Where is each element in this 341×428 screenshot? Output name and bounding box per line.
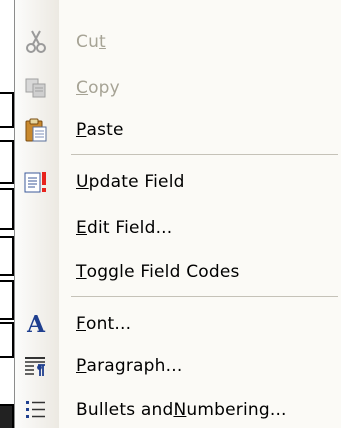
document-fragment [0, 188, 14, 230]
menu-item-update-field-label: Update Field [76, 172, 185, 192]
menu-separator [71, 154, 338, 155]
background-document [0, 0, 14, 428]
menu-item-paragraph-label: Paragraph... [76, 356, 183, 376]
menu-item-edit-field[interactable]: Edit Field... [15, 206, 341, 250]
document-fragment [0, 236, 14, 276]
menu-item-paste-label: Paste [76, 120, 124, 140]
copy-icon [23, 75, 49, 101]
paragraph-icon [23, 353, 49, 379]
menu-item-toggle-field-codes-label: Toggle Field Codes [76, 262, 240, 282]
menu-separator [71, 296, 338, 297]
update-field-icon [23, 169, 49, 195]
document-fragment [0, 280, 14, 320]
document-fragment [0, 322, 14, 358]
menu-item-cut-label: Cu t [76, 32, 106, 52]
menu-item-update-field[interactable]: Update Field [15, 160, 341, 204]
menu-item-edit-field-label: Edit Field... [76, 218, 173, 238]
menu-item-cut[interactable]: Cu t [15, 20, 341, 64]
menu-item-bullets-and-numbering-label: Bullets and Numbering... [76, 400, 287, 420]
document-fragment [0, 92, 14, 128]
menu-item-copy-label: Copy [76, 78, 120, 98]
menu-item-font[interactable]: A Font... [15, 302, 341, 346]
scissors-icon [23, 29, 49, 55]
menu-item-paste[interactable]: Paste [15, 108, 341, 152]
menu-item-toggle-field-codes[interactable]: Toggle Field Codes [15, 250, 341, 294]
font-icon: A [27, 310, 45, 338]
bullets-icon [23, 397, 49, 423]
context-menu: Cu t Copy Paste U pdate Field E dit Fiel… [14, 0, 341, 428]
menu-item-bullets-and-numbering[interactable]: Bullets and Numbering... [15, 388, 341, 428]
menu-item-copy[interactable]: Copy [15, 66, 341, 110]
menu-item-font-label: Font... [76, 314, 132, 334]
menu-item-paragraph[interactable]: Paragraph... [15, 344, 341, 388]
clipboard-icon [23, 117, 49, 143]
document-fragment [0, 140, 14, 184]
document-fragment [0, 404, 14, 428]
